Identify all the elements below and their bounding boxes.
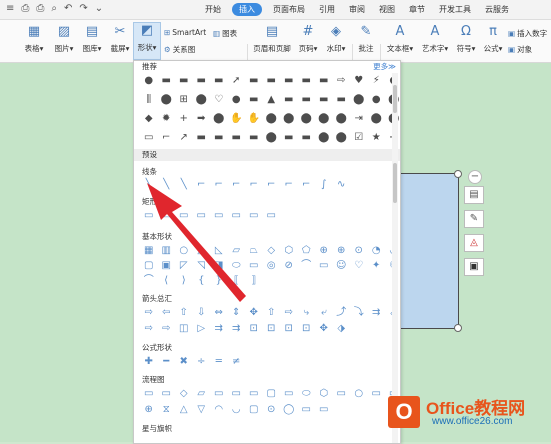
logo-mark: O — [388, 396, 420, 428]
annotation-arrow — [147, 183, 246, 302]
annotation-arrow-body — [147, 183, 246, 302]
logo-url: www.office26.com — [432, 416, 513, 427]
site-logo: O Office教程网 www.office26.com — [388, 392, 551, 442]
